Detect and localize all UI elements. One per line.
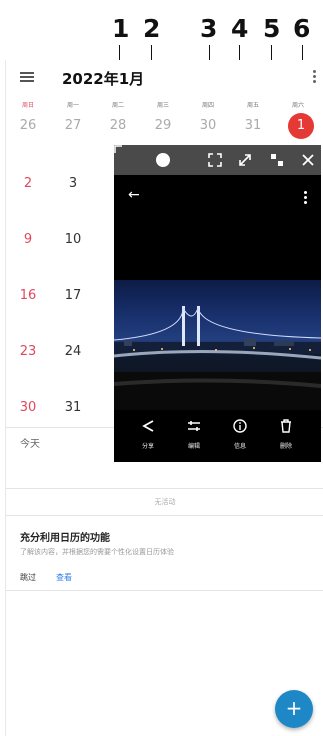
weekday-header: 周日 周一 周二 周三 周四 周五 周六	[6, 100, 323, 112]
calendar-screen: 2022年1月 周日 周一 周二 周三 周四 周五 周六 26 27 28 29…	[5, 60, 323, 736]
callout-1: 1	[112, 14, 130, 43]
skip-button[interactable]: 跳过	[20, 572, 36, 583]
today-label: 今天	[20, 439, 40, 450]
fullscreen-icon[interactable]	[208, 153, 222, 167]
info-label: 信息	[233, 443, 246, 450]
callout-2: 2	[143, 14, 161, 43]
edit-icon	[188, 421, 200, 431]
close-icon[interactable]	[301, 153, 315, 167]
popup-window: ← 分享 编辑 信息 删除	[114, 145, 321, 462]
day-cell[interactable]: 17	[53, 288, 93, 303]
day-cell[interactable]: 9	[8, 232, 48, 247]
callout-6: 6	[293, 14, 311, 43]
share-label: 分享	[141, 443, 154, 450]
callout-numbers: 1 2 3 4 5 6	[0, 0, 323, 60]
day-cell[interactable]: 26	[8, 118, 48, 133]
tip-description: 了解该内容，并根据您的需要个性化设置日历体验	[20, 548, 174, 556]
weekday-thu: 周四	[201, 102, 214, 109]
edit-button[interactable]: 编辑	[172, 418, 216, 450]
menu-icon[interactable]	[20, 72, 34, 82]
info-button[interactable]: 信息	[218, 418, 262, 450]
weekday-sun: 周日	[21, 102, 34, 109]
no-events-text: 无活动	[154, 498, 176, 506]
info-icon	[233, 419, 247, 433]
day-cell[interactable]: 24	[53, 344, 93, 359]
view-button[interactable]: 查看	[56, 572, 72, 583]
delete-icon	[281, 419, 291, 433]
divider	[6, 488, 323, 489]
day-cell[interactable]: 2	[8, 176, 48, 191]
delete-label: 删除	[279, 443, 292, 450]
split-screen-icon[interactable]	[270, 153, 284, 167]
weekday-fri: 周五	[246, 102, 259, 109]
day-cell[interactable]: 31	[233, 118, 273, 133]
weekday-mon: 周一	[66, 102, 79, 109]
callout-5: 5	[263, 14, 281, 43]
day-cell[interactable]: 10	[53, 232, 93, 247]
day-cell[interactable]: 28	[98, 118, 138, 133]
day-cell[interactable]: 30	[8, 400, 48, 415]
app-header: 2022年1月	[6, 60, 323, 96]
popup-resize-corner-icon[interactable]	[114, 145, 122, 153]
divider	[6, 515, 323, 516]
share-button[interactable]: 分享	[126, 418, 170, 450]
tip-title: 充分利用日历的功能	[20, 533, 110, 544]
back-arrow-icon[interactable]: ←	[128, 187, 140, 203]
add-event-button[interactable]: +	[275, 690, 313, 728]
day-cell[interactable]: 30	[188, 118, 228, 133]
day-cell[interactable]: 31	[53, 400, 93, 415]
divider	[6, 590, 323, 591]
viewer-action-bar: 分享 编辑 信息 删除	[114, 410, 321, 462]
drag-handle-icon[interactable]	[156, 153, 170, 167]
more-options-icon[interactable]	[313, 70, 316, 84]
day-cell[interactable]: 29	[143, 118, 183, 133]
viewer-more-icon[interactable]	[304, 191, 307, 206]
edit-label: 编辑	[187, 443, 200, 450]
popup-top-bar	[114, 145, 321, 175]
month-title[interactable]: 2022年1月	[62, 68, 144, 89]
resize-icon[interactable]	[238, 153, 252, 167]
weekday-sat: 周六	[291, 102, 304, 109]
weekday-tue: 周二	[111, 102, 124, 109]
day-cell-today[interactable]: 1	[281, 118, 321, 133]
callout-4: 4	[231, 14, 249, 43]
day-cell[interactable]: 27	[53, 118, 93, 133]
day-cell[interactable]: 16	[8, 288, 48, 303]
share-icon	[142, 420, 154, 432]
delete-button[interactable]: 删除	[264, 418, 308, 450]
day-cell[interactable]: 3	[53, 176, 93, 191]
weekday-wed: 周三	[156, 102, 169, 109]
photo-image	[114, 280, 321, 410]
day-cell[interactable]: 23	[8, 344, 48, 359]
callout-3: 3	[200, 14, 218, 43]
